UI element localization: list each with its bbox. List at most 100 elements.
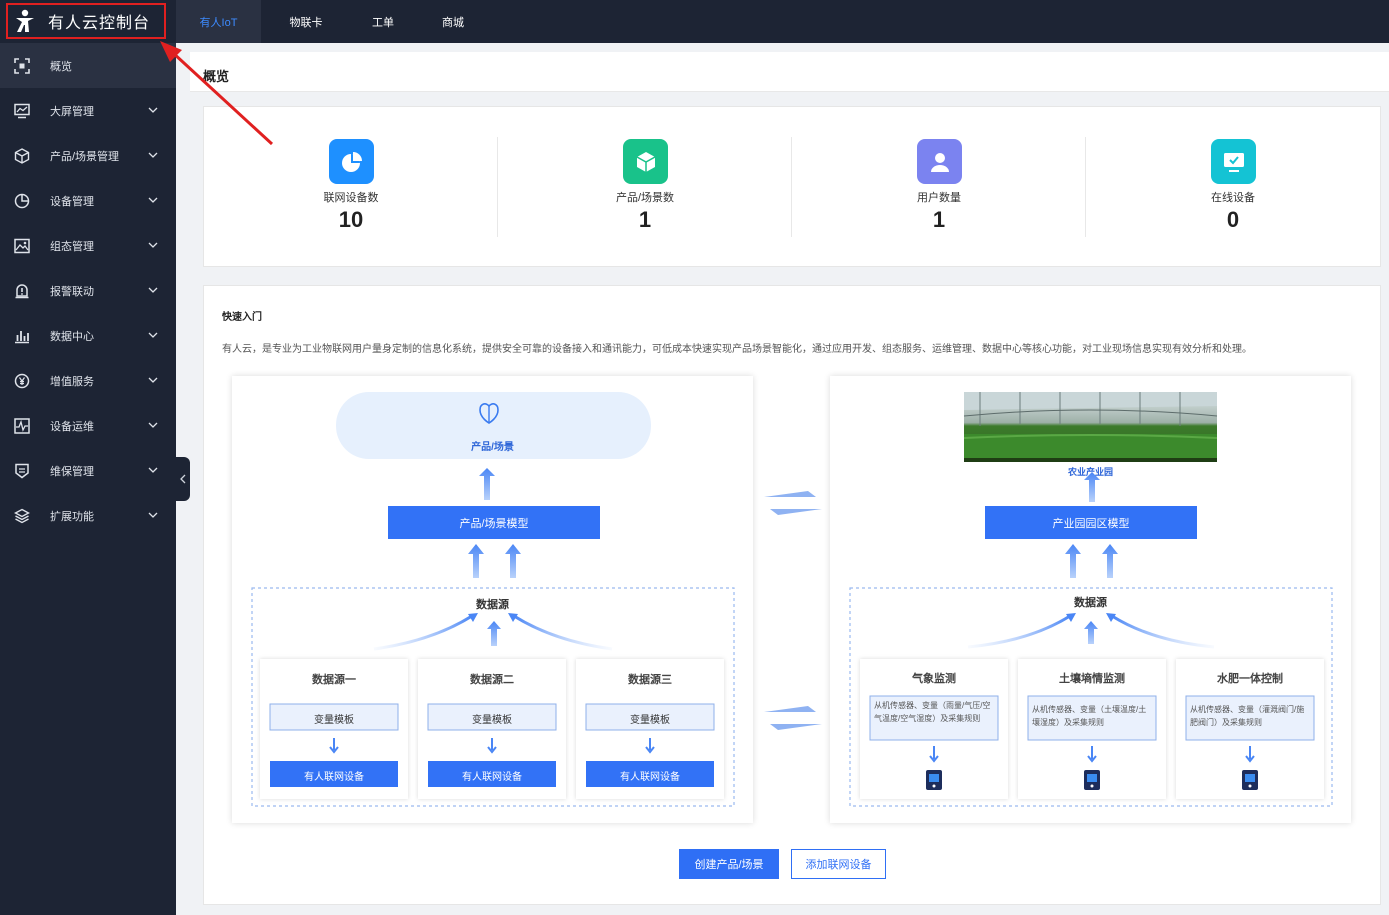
- tab-work-order[interactable]: 工单: [348, 0, 418, 43]
- sidebar-item-ops[interactable]: 设备运维: [0, 403, 176, 448]
- stat-label: 产品/场景数: [615, 192, 675, 204]
- sidebar-item-extension[interactable]: 扩展功能: [0, 493, 176, 538]
- exchange-arrows-icon: [764, 491, 822, 515]
- quick-start-title: 快速入门: [222, 312, 262, 323]
- sidebar-item-label: 大屏管理: [50, 105, 94, 118]
- sensor-device-icon: [1242, 770, 1258, 790]
- sidebar-item-label: 概览: [50, 60, 72, 73]
- industrial-park-diagram: 农业产业园 产业园园区模型 数据源 气象监测 土壤墒情监测 水肥一体控制 从机传…: [830, 376, 1351, 823]
- top-nav: 有人IoT 物联卡 工单 商城: [176, 0, 1389, 43]
- yen-icon: [14, 373, 30, 388]
- greenhouse-image: [963, 392, 1218, 462]
- stat-online-devices[interactable]: 在线设备 0: [1086, 107, 1380, 268]
- app-logo[interactable]: 有人云控制台: [6, 3, 166, 39]
- overview-icon: [14, 57, 30, 74]
- variable-template-label: 变量模板: [314, 715, 354, 726]
- data-source-title: 数据源: [1074, 597, 1107, 609]
- source-description: 从机传感器、变量（雨量/气压/空气温度/空气湿度）及采集规则: [874, 701, 991, 723]
- tab-iot[interactable]: 有人IoT: [176, 0, 261, 43]
- add-device-button[interactable]: 添加联网设备: [791, 849, 886, 879]
- source-title: 土壤墒情监测: [1059, 673, 1125, 685]
- breadcrumb: 概览: [190, 52, 1389, 92]
- park-label: 农业产业园: [1067, 467, 1113, 477]
- stat-products[interactable]: 产品/场景数 1: [498, 107, 792, 268]
- monitor-icon: [14, 103, 30, 118]
- sidebar-item-label: 报警联动: [50, 285, 94, 298]
- sidebar-item-data[interactable]: 数据中心: [0, 313, 176, 358]
- device-label: 有人联网设备: [304, 772, 364, 783]
- stat-value: 0: [1226, 207, 1240, 232]
- source-title: 数据源一: [312, 674, 356, 686]
- sensor-device-icon: [1084, 770, 1100, 790]
- sidebar-item-config[interactable]: 组态管理: [0, 223, 176, 268]
- sidebar-item-label: 增值服务: [50, 375, 94, 388]
- cube-icon: [623, 139, 668, 184]
- stat-label: 联网设备数: [323, 192, 379, 204]
- chevron-left-icon: [180, 474, 186, 484]
- variable-template-label: 变量模板: [472, 715, 512, 726]
- sidebar-item-label: 数据中心: [50, 330, 94, 343]
- device-label: 有人联网设备: [462, 772, 522, 783]
- park-model-label: 产业园园区模型: [1052, 518, 1130, 530]
- chevron-down-icon: [148, 197, 158, 203]
- sidebar-item-label: 产品/场景管理: [50, 150, 120, 163]
- sidebar-item-label: 维保管理: [50, 465, 94, 478]
- source-title: 数据源三: [628, 674, 672, 686]
- chevron-down-icon: [148, 152, 158, 158]
- sensor-device-icon: [926, 770, 942, 790]
- product-architecture-diagram: 产品/场景 产品/场景模型 数据源 数据源一 数据源二 数据源三 变量模板 变量…: [232, 376, 753, 823]
- create-product-button[interactable]: 创建产品/场景: [679, 849, 779, 879]
- source-title: 气象监测: [912, 673, 956, 685]
- chevron-down-icon: [148, 377, 158, 383]
- sidebar-item-label: 设备运维: [50, 420, 94, 433]
- stat-label: 在线设备: [1211, 192, 1255, 204]
- sidebar-item-device[interactable]: 设备管理: [0, 178, 176, 223]
- data-source-title: 数据源: [476, 599, 509, 611]
- sidebar-item-label: 组态管理: [50, 240, 94, 253]
- annotation-arrow-icon: [160, 41, 274, 146]
- source-description: 从机传感器、变量（灌溉阀门/施肥阀门）及采集规则: [1190, 705, 1305, 727]
- stat-users[interactable]: 用户数量 1: [792, 107, 1086, 268]
- stat-value: 10: [338, 207, 364, 232]
- alarm-icon: [15, 283, 29, 298]
- stats-panel: 联网设备数 10 产品/场景数 1 用户数量 1 在线设备 0: [203, 106, 1381, 267]
- app-title: 有人云控制台: [48, 15, 151, 32]
- sidebar-item-value[interactable]: 增值服务: [0, 358, 176, 403]
- stat-value: 1: [932, 207, 946, 232]
- quick-start-panel: 快速入门 有人云，是专业为工业物联网用户量身定制的信息化系统，提供安全可靠的设备…: [203, 285, 1381, 905]
- sidebar-item-maintenance[interactable]: 维保管理: [0, 448, 176, 493]
- chevron-down-icon: [148, 467, 158, 473]
- source-title: 水肥一体控制: [1217, 673, 1283, 685]
- image-icon: [14, 238, 30, 253]
- shield-icon: [15, 463, 29, 478]
- pie-chart-icon: [329, 139, 374, 184]
- layers-icon: [14, 508, 30, 523]
- sidebar-item-label: 设备管理: [50, 195, 94, 208]
- variable-template-label: 变量模板: [630, 715, 670, 726]
- chevron-down-icon: [148, 242, 158, 248]
- stat-value: 1: [638, 207, 652, 232]
- sidebar-collapse-handle[interactable]: [176, 457, 190, 501]
- product-model-label: 产品/场景模型: [459, 518, 529, 530]
- pie-icon: [14, 193, 30, 208]
- bar-chart-icon: [15, 330, 29, 343]
- quick-start-description: 有人云，是专业为工业物联网用户量身定制的信息化系统，提供安全可靠的设备接入和通讯…: [222, 344, 1252, 355]
- logo-icon: [16, 9, 34, 32]
- product-scene-label: 产品/场景: [471, 442, 514, 453]
- exchange-arrows-icon: [764, 706, 822, 730]
- chevron-down-icon: [148, 287, 158, 293]
- sidebar-item-alarm[interactable]: 报警联动: [0, 268, 176, 313]
- chevron-down-icon: [148, 512, 158, 518]
- tab-mall[interactable]: 商城: [418, 0, 488, 43]
- source-description: 从机传感器、变量（土壤温度/土壤湿度）及采集规则: [1032, 705, 1147, 727]
- sidebar-item-label: 扩展功能: [50, 510, 94, 523]
- user-icon: [917, 139, 962, 184]
- monitor-check-icon: [1211, 139, 1256, 184]
- stat-label: 用户数量: [917, 192, 961, 204]
- chevron-down-icon: [148, 422, 158, 428]
- cube-icon: [14, 147, 30, 164]
- tab-sim-card[interactable]: 物联卡: [271, 0, 341, 43]
- pulse-icon: [14, 417, 30, 434]
- chevron-down-icon: [148, 332, 158, 338]
- source-title: 数据源二: [470, 674, 514, 686]
